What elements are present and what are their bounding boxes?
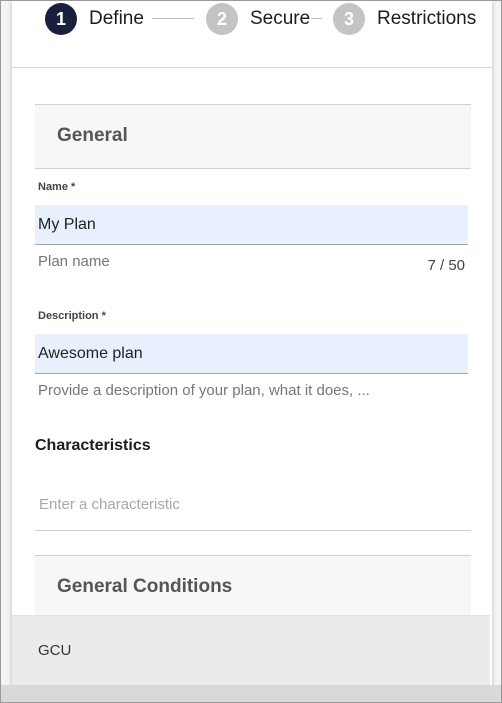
step-number-2: 2 [206, 3, 238, 35]
characteristic-input[interactable] [35, 479, 471, 531]
description-hint: Provide a description of your plan, what… [38, 382, 370, 399]
step-number-3: 3 [333, 3, 365, 35]
gcu-label: GCU [38, 642, 72, 659]
section-general: General [35, 104, 471, 169]
step-label-define: Define [89, 8, 144, 29]
section-title: General Conditions [57, 576, 233, 597]
section-title: General [57, 125, 128, 146]
step-label-secure: Secure [250, 8, 311, 29]
name-input[interactable] [35, 205, 468, 245]
step-label-restrictions: Restrictions [377, 8, 477, 29]
plan-form-card: 1 Define 2 Secure 3 Restrictions General… [12, 1, 492, 693]
step-secure[interactable]: 2 Secure [206, 3, 310, 35]
section-general-conditions: General Conditions [35, 555, 471, 617]
stepper: 1 Define 2 Secure 3 Restrictions [12, 1, 492, 68]
step-connector [311, 18, 322, 19]
description-input[interactable] [35, 334, 468, 374]
gcu-item[interactable]: GCU [12, 615, 490, 686]
characteristics-title: Characteristics [35, 437, 151, 454]
step-connector [152, 18, 194, 19]
window-frame: 1 Define 2 Secure 3 Restrictions General… [0, 0, 502, 703]
description-label: Description * [38, 310, 106, 322]
bottom-scroll-strip [1, 685, 501, 702]
step-number-1: 1 [45, 3, 77, 35]
name-hint: Plan name [38, 253, 110, 270]
name-label: Name * [38, 181, 76, 193]
step-define[interactable]: 1 Define [45, 3, 144, 35]
step-restrictions[interactable]: 3 Restrictions [333, 3, 476, 35]
name-char-counter: 7 / 50 [427, 257, 465, 274]
